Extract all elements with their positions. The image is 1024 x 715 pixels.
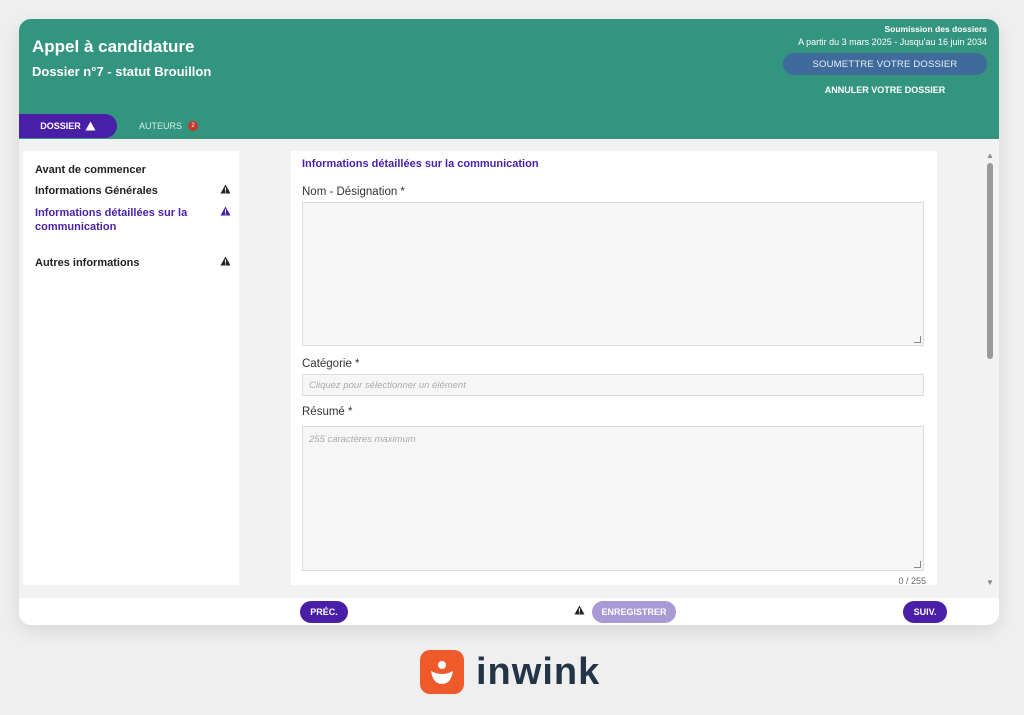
sidebar-item-informations-detaillees[interactable]: Informations détaillées sur la communica…	[35, 206, 235, 234]
warning-triangle-icon	[220, 256, 231, 266]
name-textarea[interactable]	[302, 202, 924, 346]
scrollbar-thumb[interactable]	[987, 163, 993, 359]
summary-char-counter: 0 / 255	[898, 576, 926, 586]
app-window: Appel à candidature Dossier n°7 - statut…	[19, 19, 999, 625]
auteurs-count-badge: 2	[188, 121, 199, 131]
brand-logo: inwink	[420, 650, 600, 694]
sidebar-item-label: Autres informations	[35, 257, 140, 269]
name-label: Nom - Désignation *	[302, 186, 405, 198]
sidebar-item-informations-generales[interactable]: Informations Générales	[35, 184, 235, 198]
submission-title: Soumission des dossiers	[884, 24, 987, 34]
cancel-dossier-button[interactable]: ANNULER VOTRE DOSSIER	[783, 82, 987, 98]
warning-triangle-icon	[574, 605, 585, 615]
form-panel: Informations détaillées sur la communica…	[291, 151, 937, 586]
sidebar-item-label: Informations détaillées sur la communica…	[35, 207, 188, 233]
inwink-logo-icon	[420, 650, 464, 694]
footer-bar: PRÉC. ENREGISTRER SUIV.	[19, 598, 999, 625]
sidebar: Avant de commencer Informations Générale…	[23, 151, 239, 585]
tab-auteurs[interactable]: AUTEURS 2	[139, 117, 199, 135]
next-button[interactable]: SUIV.	[903, 601, 947, 623]
tab-dossier[interactable]: DOSSIER	[19, 114, 117, 138]
previous-button[interactable]: PRÉC.	[300, 601, 348, 623]
summary-label: Résumé *	[302, 406, 353, 418]
summary-placeholder: 255 caractères maximum	[309, 434, 416, 445]
tab-dossier-label: DOSSIER	[40, 121, 81, 131]
submit-dossier-button[interactable]: SOUMETTRE VOTRE DOSSIER	[783, 53, 987, 75]
scrollbar[interactable]: ▲ ▼	[985, 151, 995, 587]
tab-auteurs-label: AUTEURS	[139, 121, 183, 131]
submission-dates: A partir du 3 mars 2025 - Jusqu'au 16 ju…	[798, 37, 987, 47]
arrow-up-icon[interactable]: ▲	[986, 151, 994, 160]
warning-triangle-icon	[85, 121, 96, 131]
dossier-status: Dossier n°7 - statut Brouillon	[32, 64, 212, 79]
summary-textarea[interactable]: 255 caractères maximum	[302, 426, 924, 571]
brand-name: inwink	[476, 650, 601, 693]
resize-handle-icon[interactable]	[914, 561, 921, 568]
sidebar-item-label: Informations Générales	[35, 185, 158, 197]
header: Appel à candidature Dossier n°7 - statut…	[19, 19, 999, 139]
warning-triangle-icon	[220, 206, 231, 216]
resize-handle-icon[interactable]	[914, 336, 921, 343]
sidebar-item-avant-de-commencer[interactable]: Avant de commencer	[35, 163, 235, 177]
category-placeholder: Cliquez pour sélectionner un élément	[309, 380, 466, 391]
section-title: Informations détaillées sur la communica…	[302, 158, 539, 170]
category-label: Catégorie *	[302, 358, 360, 370]
logo-mark-icon	[431, 661, 453, 684]
page-title: Appel à candidature	[32, 37, 195, 56]
sidebar-item-autres-informations[interactable]: Autres informations	[35, 256, 235, 270]
warning-triangle-icon	[220, 184, 231, 194]
save-button[interactable]: ENREGISTRER	[592, 601, 676, 623]
sidebar-item-label: Avant de commencer	[35, 164, 146, 176]
arrow-down-icon[interactable]: ▼	[986, 578, 994, 587]
category-select[interactable]: Cliquez pour sélectionner un élément	[302, 374, 924, 396]
